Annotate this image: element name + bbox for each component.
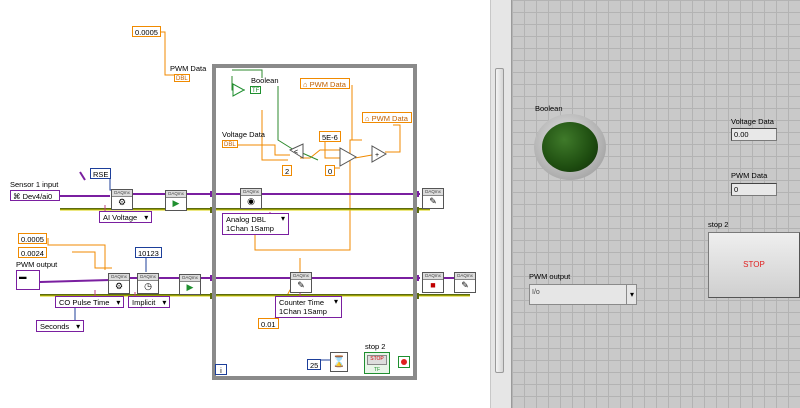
daqmx-hdr: DAQmx xyxy=(180,275,200,282)
counter-time-selector[interactable]: Counter Time 1Chan 1Samp xyxy=(275,296,342,318)
svg-text:+: + xyxy=(375,152,379,159)
daqmx-hdr: DAQmx xyxy=(291,273,311,280)
const-10123[interactable]: 10123 xyxy=(135,247,162,258)
write-icon: ✎ xyxy=(297,280,305,290)
block-diagram[interactable]: 0.0005 PWM Data DBL i Boolean TF < + ⌂ P… xyxy=(0,0,490,408)
pwm-data-label: PWM Data xyxy=(731,171,768,180)
stop-tf: TF xyxy=(373,367,381,373)
analog-dbl-selector[interactable]: Analog DBL 1Chan 1Samp xyxy=(222,213,289,235)
daqmx-start-co[interactable]: DAQmx ▶ xyxy=(179,274,201,295)
stop-icon-text: STOP xyxy=(367,355,387,365)
boolean-led[interactable] xyxy=(542,122,598,172)
seconds-selector[interactable]: Seconds xyxy=(36,320,85,332)
daqmx-stop-co[interactable]: DAQmx ■ xyxy=(422,272,444,293)
stop2-label: stop 2 xyxy=(708,220,729,229)
counter-time-line1: Counter Time xyxy=(279,298,325,307)
sensor-input-value: Dev4/ai0 xyxy=(22,192,53,201)
svg-text:<: < xyxy=(294,149,298,156)
voltage-data-indicator: 0.00 xyxy=(731,128,777,141)
play-icon: ▶ xyxy=(172,198,180,208)
pwm-data-indicator: 0 xyxy=(731,183,777,196)
daqmx-create-channel-ai[interactable]: DAQmx ⚙ xyxy=(111,189,133,210)
clock-icon: ◷ xyxy=(144,281,152,291)
front-panel[interactable]: Boolean Voltage Data 0.00 PWM Data 0 sto… xyxy=(512,0,800,408)
voltage-data-label-bd: Voltage Data xyxy=(222,130,265,139)
boolean-label: Boolean xyxy=(535,104,563,113)
daqmx-hdr: DAQmx xyxy=(423,273,443,280)
channel-icon: ⚙ xyxy=(117,197,127,207)
daqmx-hdr: DAQmx xyxy=(109,274,129,281)
wait-timer-icon[interactable]: ⌛ xyxy=(330,352,348,372)
const-5e-6[interactable]: 5E-6 xyxy=(319,131,341,142)
pwm-data-local-variable-1[interactable]: ⌂ PWM Data xyxy=(300,78,350,89)
implicit-selector[interactable]: Implicit xyxy=(128,296,171,308)
daqmx-clear-co[interactable]: DAQmx ✎ xyxy=(454,272,476,293)
pwm-output-icon-glyph: ▬ xyxy=(19,272,27,281)
daqmx-start-ai[interactable]: DAQmx ▶ xyxy=(165,190,187,211)
eraser-icon: ✎ xyxy=(461,280,469,290)
ai-voltage-selector[interactable]: AI Voltage xyxy=(99,211,153,223)
loop-condition-terminal[interactable] xyxy=(398,356,410,368)
daqmx-hdr: DAQmx xyxy=(166,191,186,198)
analog-dbl-line1: Analog DBL xyxy=(226,215,267,224)
daqmx-write-co[interactable]: DAQmx ✎ xyxy=(290,272,312,293)
co-pulse-time-selector[interactable]: CO Pulse Time xyxy=(55,296,125,308)
const-0-0024[interactable]: 0.0024 xyxy=(18,247,47,258)
daqmx-create-channel-co[interactable]: DAQmx ⚙ xyxy=(108,273,130,294)
eraser-icon: ✎ xyxy=(429,196,437,206)
rse-constant[interactable]: RSE xyxy=(90,168,112,179)
stop2-label-bd: stop 2 xyxy=(365,342,386,351)
const-0[interactable]: 0 xyxy=(325,165,336,176)
const-25[interactable]: 25 xyxy=(307,359,322,370)
voltage-data-label: Voltage Data xyxy=(731,117,774,126)
stop2-button[interactable]: STOP xyxy=(708,232,800,298)
stop2-terminal-bd[interactable]: STOP TF xyxy=(364,352,390,374)
daqmx-timing-co[interactable]: DAQmx ◷ xyxy=(137,273,159,294)
chevron-down-icon[interactable]: ▾ xyxy=(626,285,637,304)
analog-dbl-line2: 1Chan 1Samp xyxy=(226,224,274,233)
boolean-led-bezel[interactable] xyxy=(534,114,606,180)
daqmx-hdr: DAQmx xyxy=(112,190,132,197)
read-icon: ◉ xyxy=(247,196,255,206)
voltage-data-indicator-bd[interactable]: DBL xyxy=(222,140,238,148)
daqmx-read-ai[interactable]: DAQmx ◉ xyxy=(240,188,262,209)
pwm-data-local2-text: PWM Data xyxy=(371,114,408,123)
sensor-input-label: Sensor 1 input xyxy=(10,180,59,189)
sensor-input-control[interactable]: ⌘ Dev4/ai0 xyxy=(10,190,60,201)
counter-time-line2: 1Chan 1Samp xyxy=(279,307,327,316)
vertical-scrollbar-thumb[interactable] xyxy=(495,68,504,373)
stop-condition-icon xyxy=(401,359,407,365)
pwm-output-combo[interactable]: I/o ▾ xyxy=(529,284,637,305)
daqmx-hdr: DAQmx xyxy=(423,189,443,196)
pwm-output-label-bd: PWM output xyxy=(16,260,58,269)
const-2[interactable]: 2 xyxy=(282,165,293,176)
play-icon: ▶ xyxy=(186,282,194,292)
channel-icon: ⚙ xyxy=(114,281,124,291)
io-name-icon: I/o xyxy=(532,289,540,296)
pwm-output-label: PWM output xyxy=(529,272,571,281)
const-0-0005-co[interactable]: 0.0005 xyxy=(18,233,47,244)
pwm-data-local-variable-2[interactable]: ⌂ PWM Data xyxy=(362,112,412,123)
pwm-output-control-bd[interactable]: ▬ xyxy=(16,270,40,290)
pwm-data-local1-text: PWM Data xyxy=(309,80,346,89)
stop-square-icon: ■ xyxy=(430,280,436,290)
daqmx-hdr: DAQmx xyxy=(138,274,158,281)
daqmx-hdr: DAQmx xyxy=(241,189,261,196)
daqmx-clear-ai[interactable]: DAQmx ✎ xyxy=(422,188,444,209)
daqmx-hdr: DAQmx xyxy=(455,273,475,280)
const-0-01[interactable]: 0.01 xyxy=(258,318,279,329)
